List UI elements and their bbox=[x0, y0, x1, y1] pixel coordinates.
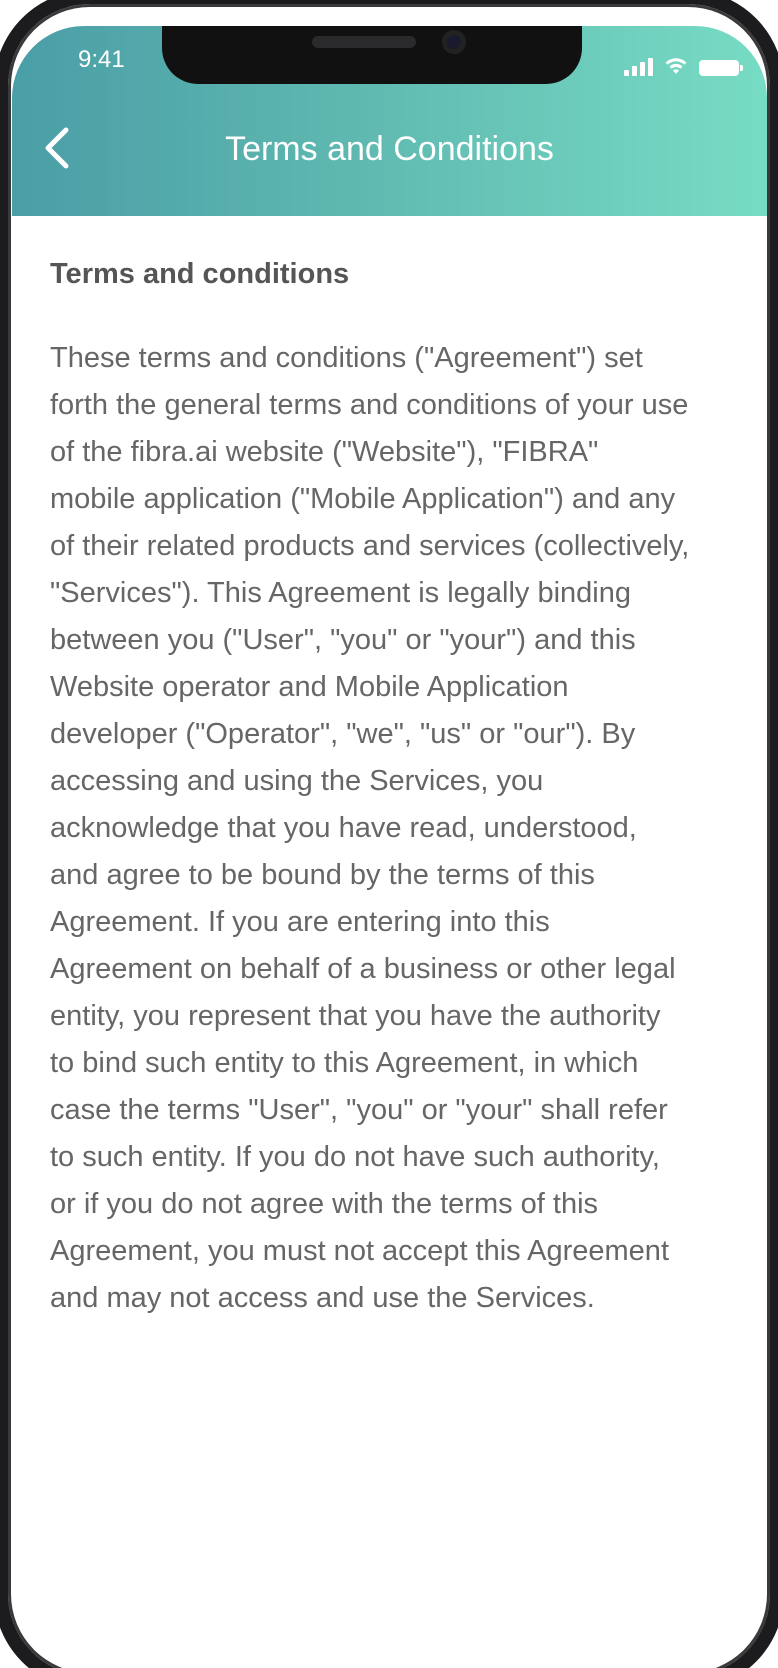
screen: 9:41 Terms and Conditions Terms and cond… bbox=[12, 26, 767, 1666]
camera bbox=[442, 30, 466, 54]
notch bbox=[162, 26, 582, 84]
cellular-signal-icon bbox=[624, 58, 653, 76]
header-bar: 9:41 Terms and Conditions bbox=[12, 26, 767, 216]
terms-content: Terms and conditions These terms and con… bbox=[50, 258, 690, 1322]
device: 9:41 Terms and Conditions Terms and cond… bbox=[0, 0, 778, 1668]
terms-heading: Terms and conditions bbox=[50, 258, 350, 290]
terms-body: These terms and conditions ("Agreement")… bbox=[50, 342, 690, 1314]
speaker bbox=[312, 36, 416, 48]
status-time: 9:41 bbox=[78, 46, 125, 73]
page-title: Terms and Conditions bbox=[225, 130, 554, 168]
wifi-icon bbox=[665, 58, 687, 74]
battery-icon bbox=[699, 60, 743, 76]
status-icons bbox=[624, 56, 743, 76]
